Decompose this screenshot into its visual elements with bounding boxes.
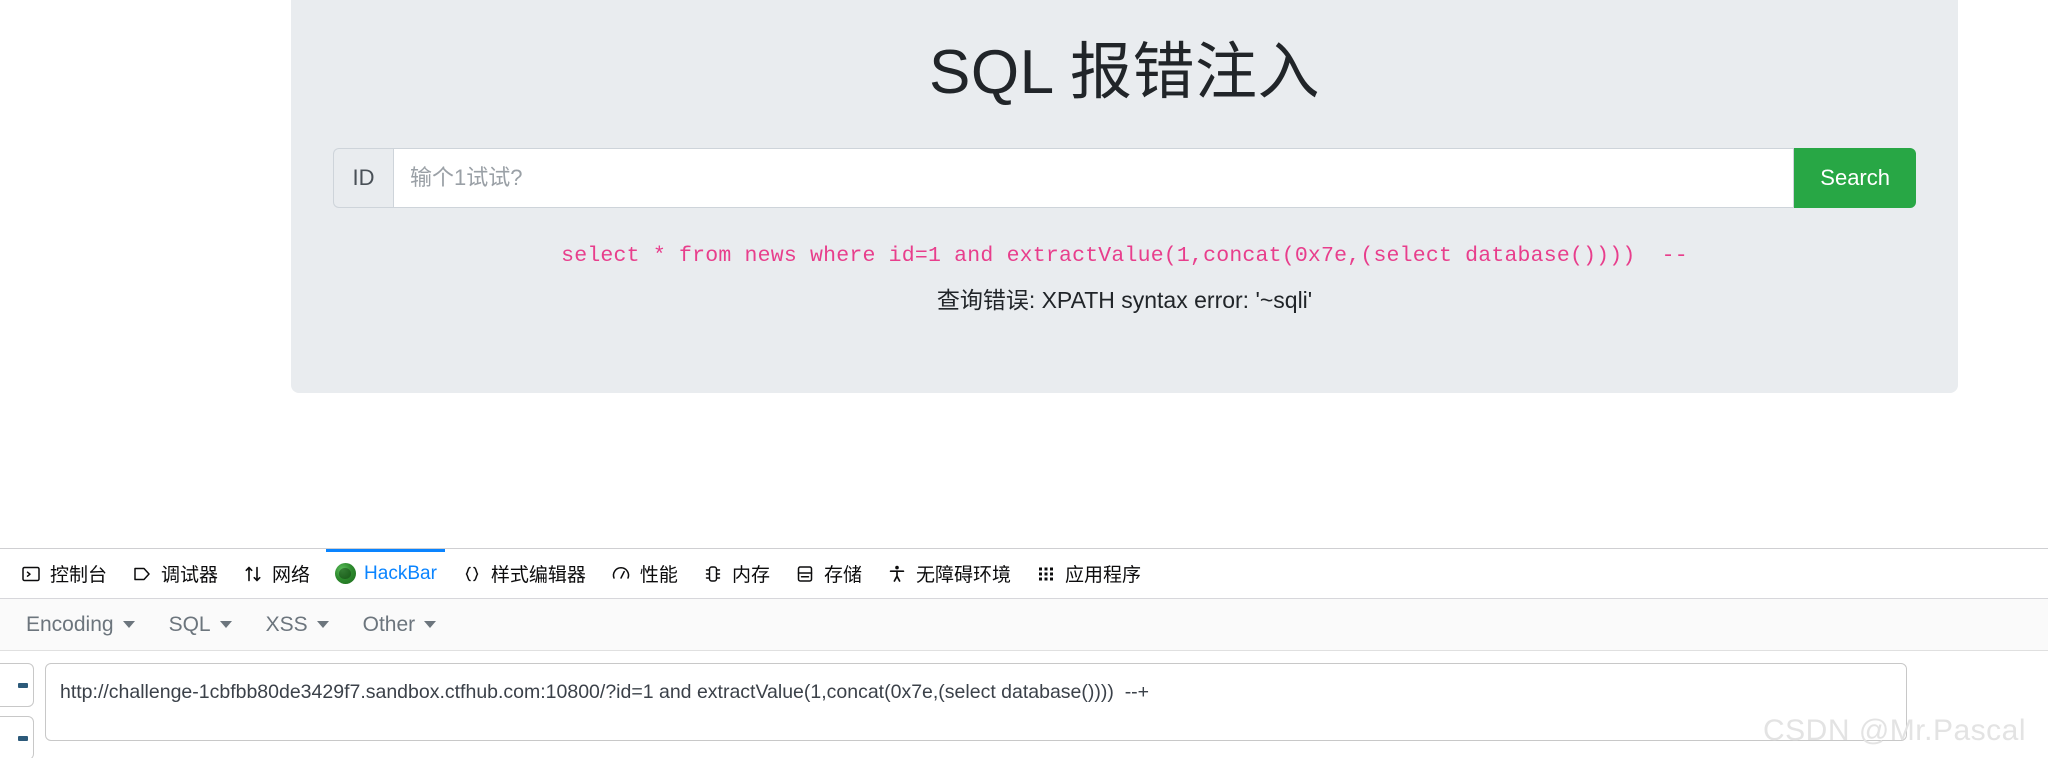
hackbar-url-input[interactable] <box>45 663 1907 741</box>
devtools-tab-application[interactable]: 应用程序 <box>1023 549 1153 598</box>
hackbar-execute-button[interactable] <box>0 716 34 758</box>
application-grid-icon <box>1035 563 1057 585</box>
devtools-tab-label: 控制台 <box>50 565 108 586</box>
devtools-tab-network[interactable]: 网络 <box>230 549 322 598</box>
chevron-down-icon <box>316 621 329 628</box>
hackbar-load-url-button[interactable] <box>0 663 34 707</box>
chevron-down-icon <box>219 621 232 628</box>
devtools-tab-label: 应用程序 <box>1064 565 1141 586</box>
hackbar-menubar: Encoding SQL XSS Other <box>0 599 2048 651</box>
query-error-message: 查询错误: XPATH syntax error: '~sqli' <box>936 287 1313 314</box>
button-glyph-icon <box>18 735 28 741</box>
hackbar-menu-encoding[interactable]: Encoding <box>12 607 149 643</box>
sql-query-text: select * from news where id=1 and extrac… <box>561 244 1688 269</box>
search-form: ID Search <box>333 148 1916 209</box>
console-icon <box>20 563 42 585</box>
search-input[interactable] <box>393 148 1795 209</box>
hackbar-icon <box>334 563 356 585</box>
query-result: select * from news where id=1 and extrac… <box>291 244 1958 315</box>
devtools-tab-storage[interactable]: 存储 <box>782 549 874 598</box>
page-title: SQL 报错注入 <box>929 38 1320 107</box>
devtools-tab-label: 网络 <box>272 565 311 586</box>
devtools-tab-label: 存储 <box>823 565 862 586</box>
memory-icon <box>702 563 724 585</box>
braces-icon <box>461 563 483 585</box>
devtools-panel: 控制台 调试器 网络 HackBar 样式编辑器 性能 内存 存储 无障碍环境 … <box>0 548 2048 758</box>
devtools-tab-label: 内存 <box>731 565 770 586</box>
hackbar-menu-label: Encoding <box>26 612 114 636</box>
browser-page-content: SQL 报错注入 ID Search select * from news wh… <box>0 0 2048 548</box>
hackbar-menu-other[interactable]: Other <box>349 607 451 643</box>
gauge-icon <box>610 563 632 585</box>
devtools-tab-hackbar[interactable]: HackBar <box>322 549 449 598</box>
devtools-tab-accessibility[interactable]: 无障碍环境 <box>874 549 1023 598</box>
devtools-tab-label: 样式编辑器 <box>490 565 586 586</box>
devtools-tab-console[interactable]: 控制台 <box>8 549 119 598</box>
hackbar-menu-label: SQL <box>168 612 211 636</box>
debugger-icon <box>131 563 153 585</box>
devtools-tabbar: 控制台 调试器 网络 HackBar 样式编辑器 性能 内存 存储 无障碍环境 … <box>0 549 2048 599</box>
devtools-tab-label: 性能 <box>639 565 678 586</box>
hackbar-menu-label: XSS <box>265 612 308 636</box>
jumbotron-panel: SQL 报错注入 ID Search select * from news wh… <box>291 0 1958 393</box>
devtools-tab-memory[interactable]: 内存 <box>690 549 782 598</box>
devtools-tab-debugger[interactable]: 调试器 <box>119 549 230 598</box>
network-arrows-icon <box>242 563 264 585</box>
search-button[interactable]: Search <box>1794 148 1916 209</box>
chevron-down-icon <box>424 621 437 628</box>
devtools-tab-style-editor[interactable]: 样式编辑器 <box>449 549 598 598</box>
button-glyph-icon <box>18 682 28 688</box>
chevron-down-icon <box>122 621 135 628</box>
hackbar-body <box>0 651 2048 758</box>
hackbar-url-wrapper <box>45 663 1907 746</box>
devtools-tab-label: HackBar <box>364 562 437 584</box>
devtools-tab-performance[interactable]: 性能 <box>598 549 690 598</box>
devtools-tab-label: 无障碍环境 <box>915 565 1011 586</box>
id-prefix-label: ID <box>333 148 393 209</box>
devtools-tab-label: 调试器 <box>161 565 219 586</box>
storage-icon <box>794 563 816 585</box>
hackbar-menu-xss[interactable]: XSS <box>252 607 343 643</box>
hackbar-menu-sql[interactable]: SQL <box>155 607 246 643</box>
hackbar-menu-label: Other <box>362 612 416 636</box>
accessibility-icon <box>886 563 908 585</box>
